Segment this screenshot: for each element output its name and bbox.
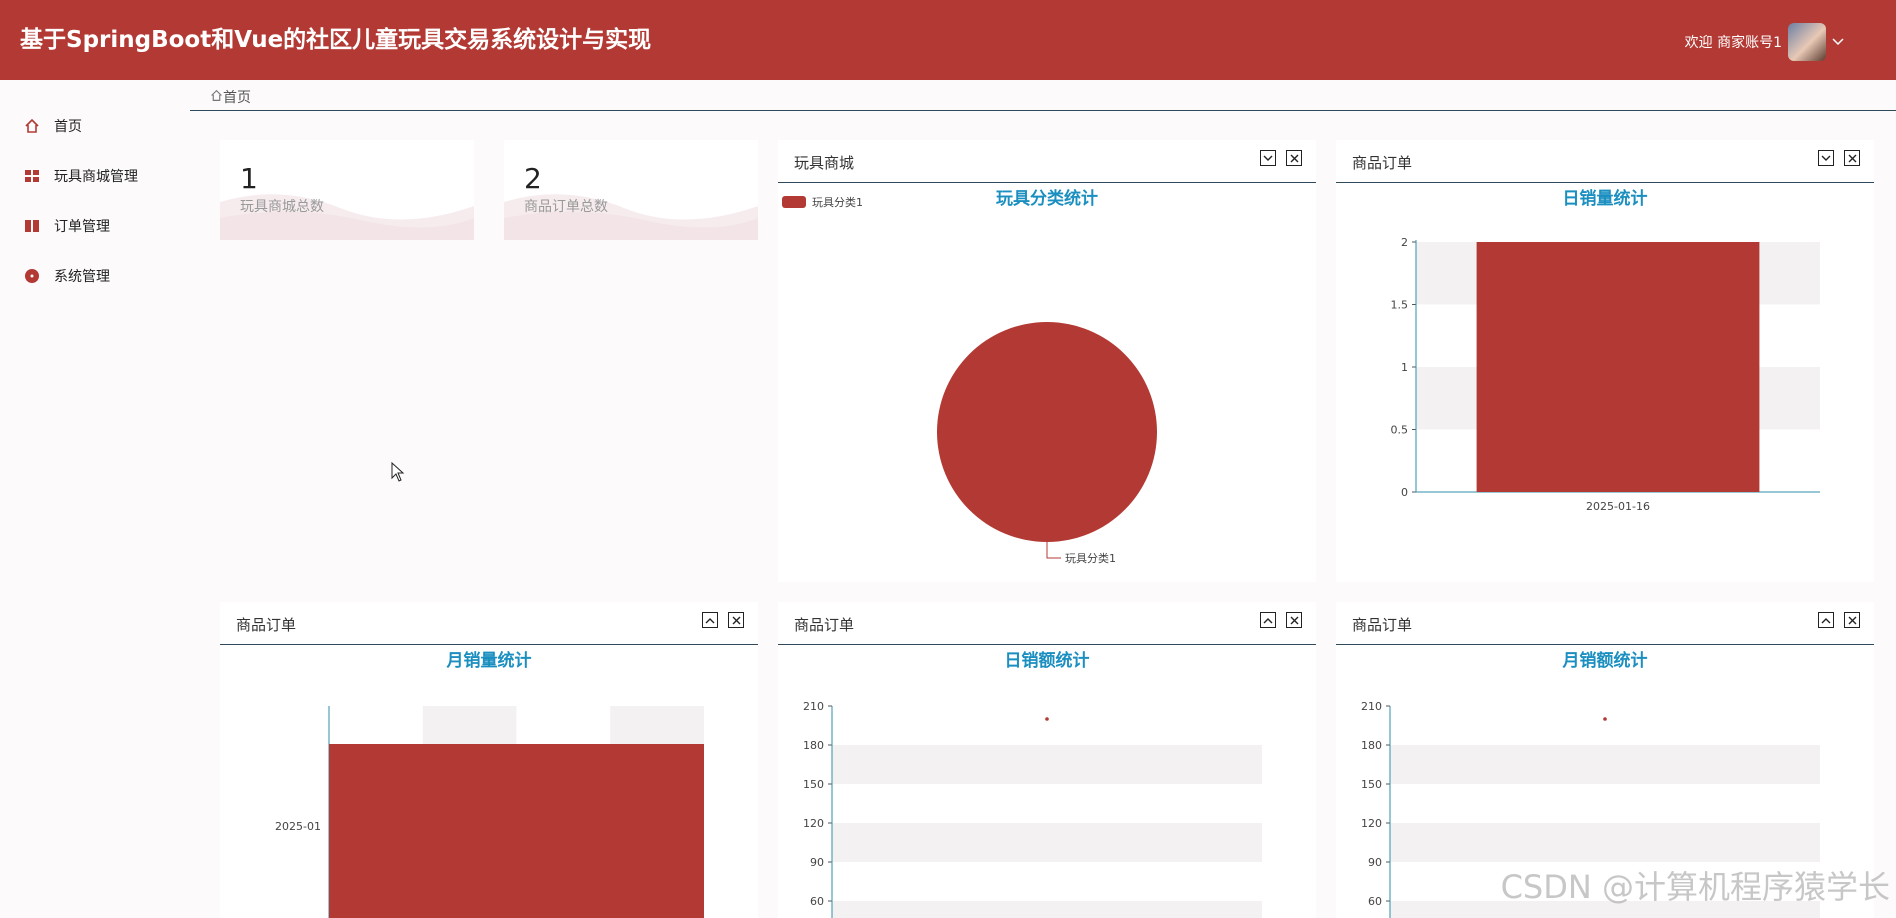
panel-title: 玩具商城	[794, 154, 855, 172]
close-icon[interactable]	[1286, 612, 1302, 628]
bar	[329, 744, 704, 918]
panel-title: 商品订单	[794, 616, 855, 634]
data-point	[1045, 717, 1049, 721]
slice-label: 玩具分类1	[1065, 551, 1116, 565]
sidebar-item-orders[interactable]: 订单管理	[24, 214, 110, 238]
panel-header: 商品订单	[1336, 140, 1874, 183]
home-icon	[210, 89, 223, 106]
panel-daily-revenue: 商品订单 日销额统计 210 180 150 120 90 60	[778, 602, 1316, 918]
panel-monthly-volume: 商品订单 月销量统计 2025-01	[220, 602, 758, 918]
stat-value: 2	[524, 162, 542, 195]
monthly-volume-chart: 2025-01	[275, 706, 704, 918]
avatar[interactable]	[1788, 23, 1826, 61]
circle-icon	[24, 268, 40, 284]
grid-icon	[24, 168, 40, 184]
y-tick-label: 2	[1401, 236, 1408, 249]
slice-label-line	[1046, 542, 1061, 559]
y-tick-label: 210	[803, 700, 824, 713]
y-tick-label: 0.5	[1391, 424, 1409, 437]
y-tick-label: 210	[1361, 700, 1382, 713]
data-point	[1603, 717, 1607, 721]
expand-icon[interactable]	[1818, 612, 1834, 628]
y-tick-label: 2025-01	[275, 820, 321, 833]
stat-value: 1	[240, 162, 258, 195]
panel-header: 商品订单	[778, 602, 1316, 645]
y-tick-label: 1	[1401, 361, 1408, 374]
panel-daily-volume: 商品订单 日销量统计 0 0.5 1 1.5 2 2025-01-16	[1336, 140, 1874, 582]
stat-card-orders: 2 商品订单总数	[504, 140, 758, 240]
legend-swatch	[782, 196, 806, 208]
sidebar-item-label: 订单管理	[54, 219, 110, 235]
sidebar-item-toy-mall[interactable]: 玩具商城管理	[24, 164, 138, 188]
close-icon[interactable]	[1844, 612, 1860, 628]
bar	[1476, 242, 1760, 492]
y-tick-label: 1.5	[1391, 299, 1409, 312]
sidebar: 首页 玩具商城管理 订单管理 系统管理	[0, 80, 190, 918]
y-tick-label: 180	[1361, 739, 1382, 752]
panel-toy-category: 玩具商城 玩具分类统计 玩具分类1 玩具分类1	[778, 140, 1316, 582]
y-tick-label: 60	[810, 895, 824, 908]
panel-title: 商品订单	[1352, 616, 1413, 634]
y-tick-label: 150	[1361, 778, 1382, 791]
legend-label: 玩具分类1	[812, 195, 863, 209]
stat-card-toy-mall: 1 玩具商城总数	[220, 140, 474, 240]
grid-band	[422, 706, 517, 746]
wave-decoration	[504, 194, 758, 240]
x-tick-label: 2025-01-16	[1586, 500, 1650, 513]
sidebar-item-label: 系统管理	[54, 269, 110, 285]
top-header: 基于SpringBoot和Vue的社区儿童玩具交易系统设计与实现 欢迎 商家账号…	[0, 0, 1896, 80]
pie-chart: 玩具分类1 玩具分类1	[782, 195, 1157, 565]
breadcrumb-home[interactable]: 首页	[210, 87, 251, 107]
panel-header: 商品订单	[1336, 602, 1874, 645]
book-icon	[24, 218, 40, 234]
daily-volume-chart: 0 0.5 1 1.5 2 2025-01-16	[1391, 236, 1820, 513]
close-icon[interactable]	[728, 612, 744, 628]
mouse-cursor-icon	[391, 461, 405, 486]
panel-title: 商品订单	[236, 616, 297, 634]
grid-band	[1390, 823, 1820, 862]
watermark: CSDN @计算机程序猿学长	[1500, 868, 1890, 906]
expand-icon[interactable]	[1260, 612, 1276, 628]
welcome-text: 欢迎 商家账号1	[1684, 35, 1782, 51]
close-icon[interactable]	[1844, 150, 1860, 166]
y-tick-label: 180	[803, 739, 824, 752]
grid-band	[610, 706, 704, 746]
y-tick-label: 90	[1368, 856, 1382, 869]
sidebar-item-label: 首页	[54, 119, 82, 135]
y-tick-label: 60	[1368, 895, 1382, 908]
breadcrumb: 首页	[190, 80, 1896, 111]
chevron-down-icon[interactable]	[1832, 35, 1844, 49]
sidebar-item-home[interactable]: 首页	[24, 114, 82, 138]
panel-header: 玩具商城	[778, 140, 1316, 183]
collapse-icon[interactable]	[1260, 150, 1276, 166]
expand-icon[interactable]	[702, 612, 718, 628]
grid-band	[832, 901, 1262, 918]
grid-band	[832, 823, 1262, 862]
stat-label: 玩具商城总数	[240, 199, 324, 215]
grid-band	[832, 745, 1262, 784]
grid-band	[1390, 745, 1820, 784]
breadcrumb-label: 首页	[223, 90, 251, 106]
y-tick-label: 150	[803, 778, 824, 791]
panel-header: 商品订单	[220, 602, 758, 645]
stat-label: 商品订单总数	[524, 199, 608, 215]
panel-title: 商品订单	[1352, 154, 1413, 172]
collapse-icon[interactable]	[1818, 150, 1834, 166]
sidebar-item-label: 玩具商城管理	[54, 169, 138, 185]
y-tick-label: 120	[803, 817, 824, 830]
wave-decoration	[220, 194, 474, 240]
y-tick-label: 120	[1361, 817, 1382, 830]
y-tick-label: 0	[1401, 486, 1408, 499]
daily-revenue-chart: 210 180 150 120 90 60	[803, 700, 1262, 918]
home-icon	[24, 118, 40, 134]
pie-slice	[937, 322, 1157, 542]
user-menu[interactable]: 欢迎 商家账号1	[1685, 22, 1844, 62]
close-icon[interactable]	[1286, 150, 1302, 166]
y-tick-label: 90	[810, 856, 824, 869]
app-title: 基于SpringBoot和Vue的社区儿童玩具交易系统设计与实现	[20, 27, 652, 53]
sidebar-item-system[interactable]: 系统管理	[24, 264, 110, 288]
